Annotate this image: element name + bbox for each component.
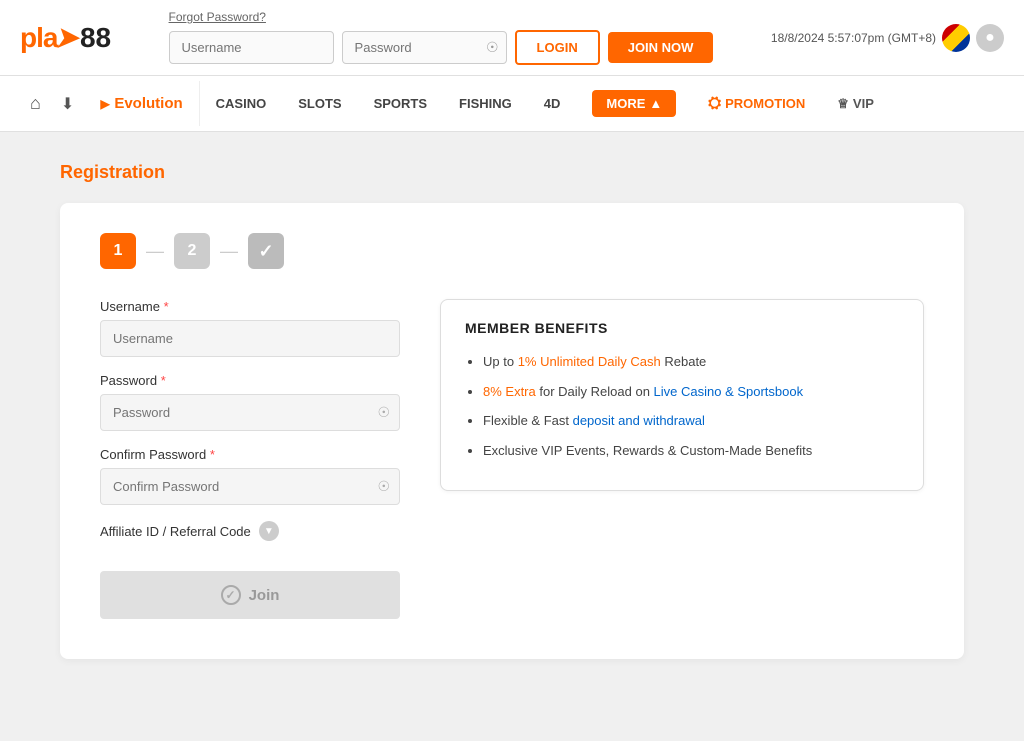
page-title: Registration: [60, 162, 964, 183]
benefit-highlight-2a: 8% Extra: [483, 384, 536, 399]
affiliate-chevron-icon[interactable]: ▼: [259, 521, 279, 541]
username-label: Username *: [100, 299, 400, 314]
flag-icon[interactable]: [942, 24, 970, 52]
join-button[interactable]: ✓ Join: [100, 571, 400, 619]
username-required: *: [164, 299, 169, 314]
auth-section: Forgot Password? ☉ LOGIN JOIN NOW: [169, 10, 714, 65]
benefits-card: MEMBER BENEFITS Up to 1% Unlimited Daily…: [440, 299, 924, 491]
registration-card: 1 — 2 — ✓ Username * Pas: [60, 203, 964, 659]
password-input-wrap: ☉: [100, 394, 400, 431]
benefit-highlight-1: 1% Unlimited Daily Cash: [518, 354, 661, 369]
nav-vip-label: VIP: [853, 96, 874, 111]
timestamp: 18/8/2024 5:57:07pm (GMT+8): [771, 31, 936, 45]
password-input[interactable]: [342, 31, 507, 64]
benefit-highlight-3: deposit and withdrawal: [573, 413, 705, 428]
login-button[interactable]: LOGIN: [515, 30, 600, 65]
password-toggle-icon[interactable]: ☉: [377, 404, 390, 421]
benefits-title: MEMBER BENEFITS: [465, 320, 899, 336]
top-right: 18/8/2024 5:57:07pm (GMT+8) ●: [771, 24, 1004, 52]
join-button-label: Join: [249, 587, 280, 604]
step-3: ✓: [248, 233, 284, 269]
username-input[interactable]: [169, 31, 334, 64]
form-main: Username * Password * ☉: [100, 299, 924, 619]
nav-promotion-label: PROMOTION: [725, 96, 805, 111]
confirm-password-group: Confirm Password * ☉: [100, 447, 400, 505]
forgot-password-link[interactable]: Forgot Password?: [169, 10, 266, 24]
step-1: 1: [100, 233, 136, 269]
benefit-item-4: Exclusive VIP Events, Rewards & Custom-M…: [483, 441, 899, 461]
confirm-password-field[interactable]: [100, 468, 400, 505]
steps-row: 1 — 2 — ✓: [100, 233, 924, 269]
confirm-password-input-wrap: ☉: [100, 468, 400, 505]
promo-percent-icon: ⛭: [708, 95, 721, 113]
password-group: Password * ☉: [100, 373, 400, 431]
evolution-label: Evolution: [114, 95, 182, 112]
affiliate-label: Affiliate ID / Referral Code: [100, 524, 251, 539]
password-label: Password *: [100, 373, 400, 388]
join-now-button[interactable]: JOIN NOW: [608, 32, 714, 63]
download-icon[interactable]: ⬇: [51, 80, 84, 128]
main-content: Registration 1 — 2 — ✓ Username *: [0, 132, 1024, 741]
join-button-wrap: ✓ Join: [100, 571, 400, 619]
nav-casino[interactable]: CASINO: [200, 82, 283, 125]
username-input-wrap: [169, 31, 334, 64]
nav-more-label: MORE: [606, 96, 645, 111]
confirm-password-required: *: [210, 447, 215, 462]
nav-sports[interactable]: SPORTS: [358, 82, 443, 125]
benefits-list: Up to 1% Unlimited Daily Cash Rebate 8% …: [465, 352, 899, 460]
affiliate-row[interactable]: Affiliate ID / Referral Code ▼: [100, 521, 400, 541]
nav-bar: ⌂ ⬇ ▸ Evolution CASINO SLOTS SPORTS FISH…: [0, 76, 1024, 132]
home-icon[interactable]: ⌂: [20, 79, 51, 128]
globe-icon[interactable]: ●: [976, 24, 1004, 52]
logo-88: 88: [80, 22, 111, 54]
nav-more-badge: MORE ▲: [592, 90, 676, 117]
form-left: Username * Password * ☉: [100, 299, 400, 619]
nav-more[interactable]: MORE ▲: [576, 76, 692, 131]
username-input-wrap: [100, 320, 400, 357]
benefit-highlight-2b: Live Casino & Sportsbook: [654, 384, 804, 399]
nav-fishing[interactable]: FISHING: [443, 82, 528, 125]
password-input-wrap: ☉: [342, 31, 507, 64]
step-divider-2: —: [210, 241, 248, 262]
join-check-icon: ✓: [221, 585, 241, 605]
password-field[interactable]: [100, 394, 400, 431]
step-divider-1: —: [136, 241, 174, 262]
crown-icon: ♕: [837, 96, 849, 112]
nav-4d[interactable]: 4D: [528, 82, 577, 125]
chevron-up-icon: ▲: [649, 96, 662, 111]
logo: pla➤88: [20, 21, 111, 54]
evolution-logo[interactable]: ▸ Evolution: [84, 81, 199, 126]
confirm-password-label: Confirm Password *: [100, 447, 400, 462]
password-eye-icon[interactable]: ☉: [486, 39, 499, 56]
password-required: *: [161, 373, 166, 388]
evolution-arrow-icon: ▸: [100, 91, 110, 116]
confirm-password-toggle-icon[interactable]: ☉: [377, 478, 390, 495]
form-right: MEMBER BENEFITS Up to 1% Unlimited Daily…: [440, 299, 924, 619]
nav-promotion[interactable]: ⛭ PROMOTION: [692, 81, 821, 127]
logo-text: pla➤: [20, 21, 80, 54]
top-bar: pla➤88 Forgot Password? ☉ LOGIN JOIN NOW…: [0, 0, 1024, 76]
nav-slots[interactable]: SLOTS: [282, 82, 357, 125]
benefit-item-2: 8% Extra for Daily Reload on Live Casino…: [483, 382, 899, 402]
auth-row: ☉ LOGIN JOIN NOW: [169, 30, 714, 65]
step-2: 2: [174, 233, 210, 269]
benefit-item-3: Flexible & Fast deposit and withdrawal: [483, 411, 899, 431]
nav-vip[interactable]: ♕ VIP: [821, 82, 890, 126]
username-field[interactable]: [100, 320, 400, 357]
benefit-item-1: Up to 1% Unlimited Daily Cash Rebate: [483, 352, 899, 372]
username-group: Username *: [100, 299, 400, 357]
